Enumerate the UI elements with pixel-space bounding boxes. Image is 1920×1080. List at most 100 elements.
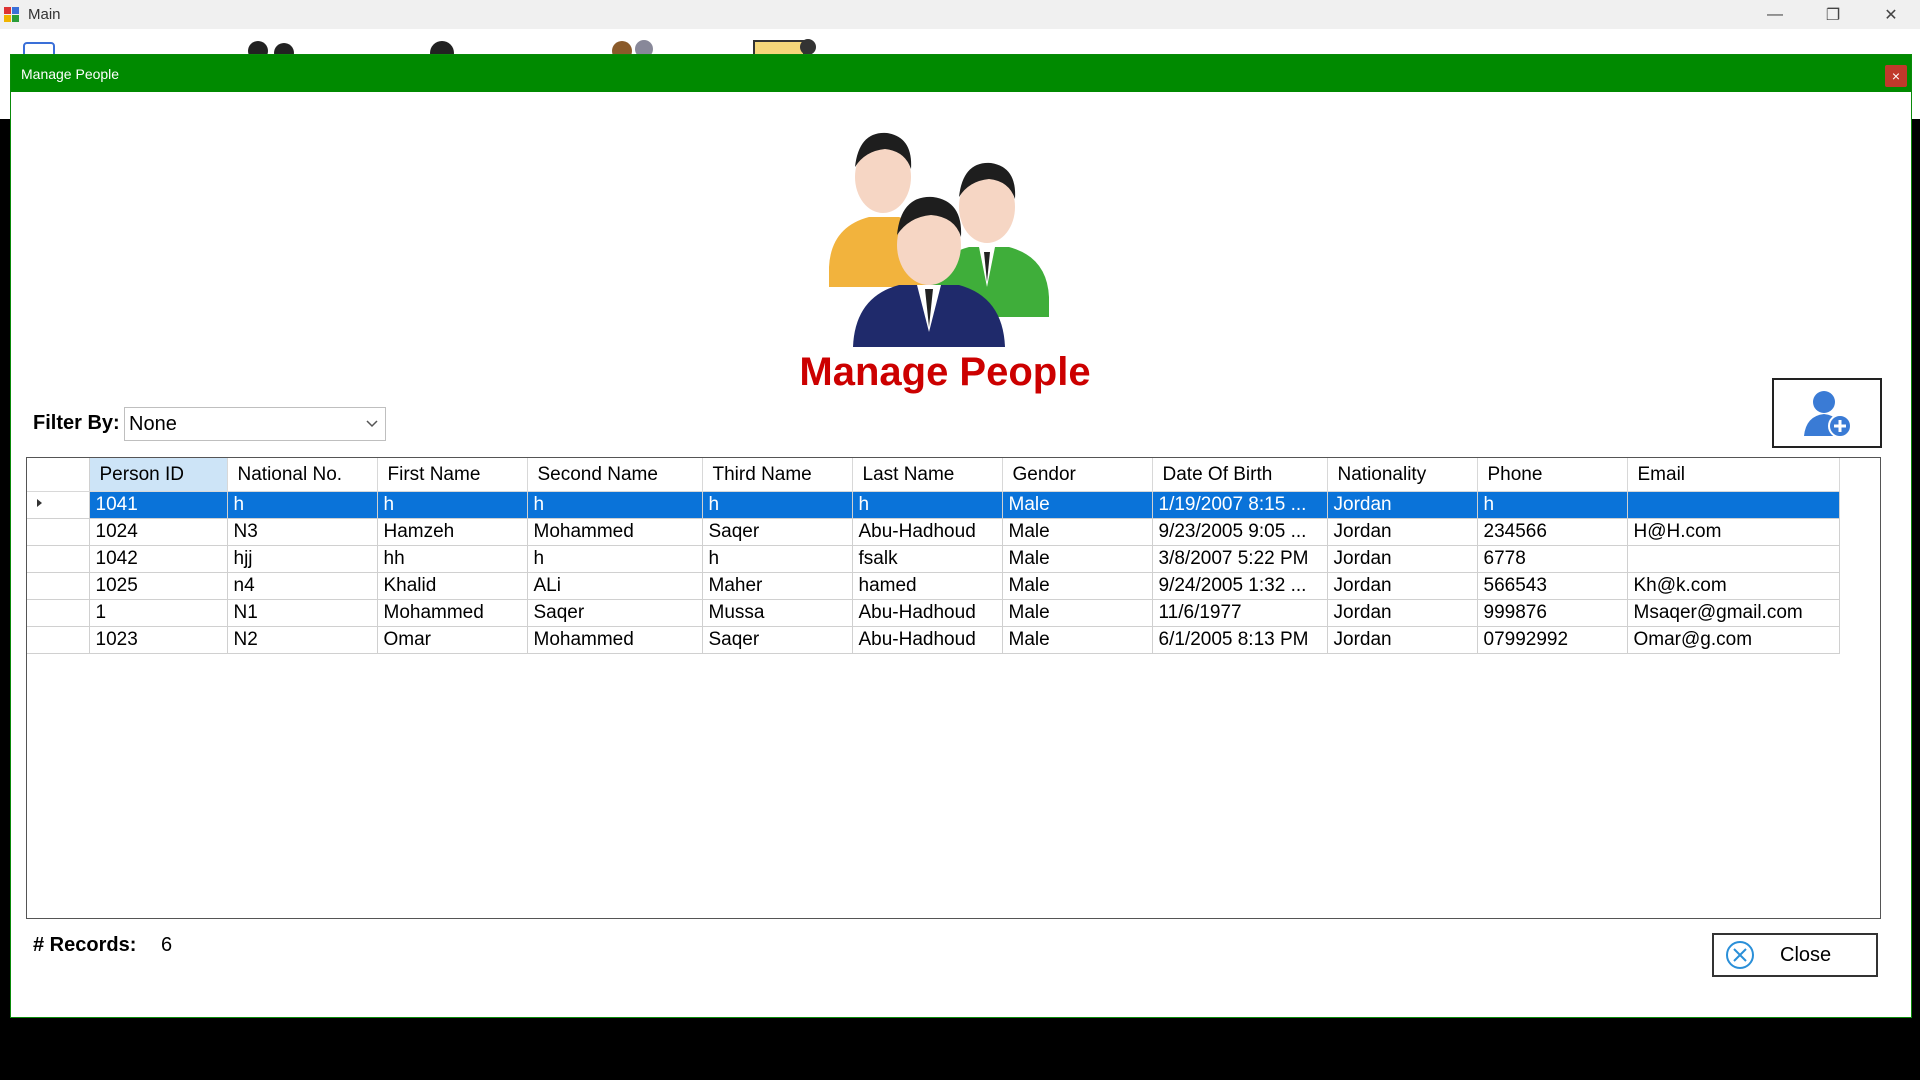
- table-cell[interactable]: 3/8/2007 5:22 PM: [1152, 545, 1328, 573]
- add-person-icon: [1804, 391, 1852, 438]
- people-table: Person ID National No. First Name Second…: [27, 458, 1840, 654]
- table-cell[interactable]: 9/24/2005 1:32 ...: [1152, 572, 1328, 600]
- table-cell[interactable]: 999876: [1477, 599, 1628, 627]
- table-cell[interactable]: h: [1477, 491, 1628, 519]
- row-header[interactable]: [27, 518, 90, 546]
- row-header[interactable]: [27, 599, 90, 627]
- row-header[interactable]: [27, 626, 90, 654]
- close-button[interactable]: Close: [1712, 933, 1878, 977]
- table-cell[interactable]: 1: [89, 599, 228, 627]
- column-header[interactable]: Email: [1627, 458, 1840, 492]
- table-cell[interactable]: Saqer: [702, 626, 853, 654]
- column-header[interactable]: First Name: [377, 458, 528, 492]
- table-cell[interactable]: hamed: [852, 572, 1003, 600]
- column-header[interactable]: Gendor: [1002, 458, 1153, 492]
- table-cell[interactable]: 6/1/2005 8:13 PM: [1152, 626, 1328, 654]
- table-cell[interactable]: h: [852, 491, 1003, 519]
- table-cell[interactable]: h: [227, 491, 378, 519]
- people-grid[interactable]: Person ID National No. First Name Second…: [26, 457, 1881, 919]
- table-cell[interactable]: Mohammed: [527, 626, 703, 654]
- column-header[interactable]: Nationality: [1327, 458, 1478, 492]
- table-cell[interactable]: Jordan: [1327, 491, 1478, 519]
- table-cell[interactable]: h: [377, 491, 528, 519]
- table-cell[interactable]: h: [527, 491, 703, 519]
- table-cell[interactable]: Khalid: [377, 572, 528, 600]
- table-row[interactable]: 1023 N2 Omar Mohammed Saqer Abu-Hadhoud …: [27, 626, 1840, 654]
- column-header[interactable]: Second Name: [527, 458, 703, 492]
- table-cell[interactable]: Saqer: [702, 518, 853, 546]
- column-header[interactable]: Last Name: [852, 458, 1003, 492]
- table-cell[interactable]: 1024: [89, 518, 228, 546]
- table-cell[interactable]: hjj: [227, 545, 378, 573]
- table-row[interactable]: 1 N1 Mohammed Saqer Mussa Abu-Hadhoud Ma…: [27, 599, 1840, 627]
- table-cell[interactable]: Abu-Hadhoud: [852, 518, 1003, 546]
- table-cell[interactable]: Jordan: [1327, 572, 1478, 600]
- maximize-button[interactable]: ❐: [1804, 0, 1862, 29]
- table-cell[interactable]: h: [527, 545, 703, 573]
- table-cell[interactable]: Saqer: [527, 599, 703, 627]
- column-header[interactable]: Person ID: [89, 458, 228, 492]
- table-cell[interactable]: Male: [1002, 626, 1153, 654]
- table-cell[interactable]: [1627, 491, 1840, 519]
- table-cell[interactable]: fsalk: [852, 545, 1003, 573]
- column-header[interactable]: National No.: [227, 458, 378, 492]
- dialog-close-button[interactable]: ×: [1885, 65, 1907, 87]
- row-header[interactable]: [27, 491, 90, 519]
- table-cell[interactable]: Jordan: [1327, 599, 1478, 627]
- table-cell[interactable]: H@H.com: [1627, 518, 1840, 546]
- table-cell[interactable]: 1042: [89, 545, 228, 573]
- table-cell[interactable]: Mohammed: [527, 518, 703, 546]
- table-row[interactable]: 1025 n4 Khalid ALi Maher hamed Male 9/24…: [27, 572, 1840, 600]
- table-cell[interactable]: Omar: [377, 626, 528, 654]
- table-row[interactable]: 1042 hjj hh h h fsalk Male 3/8/2007 5:22…: [27, 545, 1840, 573]
- table-cell[interactable]: Abu-Hadhoud: [852, 599, 1003, 627]
- table-cell[interactable]: h: [702, 491, 853, 519]
- table-cell[interactable]: Male: [1002, 518, 1153, 546]
- table-cell[interactable]: N1: [227, 599, 378, 627]
- table-cell[interactable]: h: [702, 545, 853, 573]
- table-cell[interactable]: Abu-Hadhoud: [852, 626, 1003, 654]
- table-cell[interactable]: N3: [227, 518, 378, 546]
- table-cell[interactable]: Hamzeh: [377, 518, 528, 546]
- table-cell[interactable]: 1/19/2007 8:15 ...: [1152, 491, 1328, 519]
- table-cell[interactable]: Maher: [702, 572, 853, 600]
- column-header[interactable]: Date Of Birth: [1152, 458, 1328, 492]
- filter-select[interactable]: None: [124, 407, 386, 441]
- minimize-button[interactable]: —: [1746, 0, 1804, 29]
- table-row[interactable]: 1041 h h h h h Male 1/19/2007 8:15 ... J…: [27, 491, 1840, 519]
- main-close-button[interactable]: ✕: [1862, 0, 1920, 29]
- table-cell[interactable]: Mussa: [702, 599, 853, 627]
- table-cell[interactable]: 11/6/1977: [1152, 599, 1328, 627]
- row-header[interactable]: [27, 545, 90, 573]
- manage-people-dialog: Manage People × Manage People Filter By:…: [10, 54, 1912, 1018]
- table-cell[interactable]: ALi: [527, 572, 703, 600]
- row-header[interactable]: [27, 572, 90, 600]
- table-cell[interactable]: 1025: [89, 572, 228, 600]
- table-cell[interactable]: 1023: [89, 626, 228, 654]
- table-cell[interactable]: 07992992: [1477, 626, 1628, 654]
- table-cell[interactable]: Omar@g.com: [1627, 626, 1840, 654]
- table-cell[interactable]: N2: [227, 626, 378, 654]
- table-cell[interactable]: Mohammed: [377, 599, 528, 627]
- table-cell[interactable]: hh: [377, 545, 528, 573]
- table-cell[interactable]: Jordan: [1327, 545, 1478, 573]
- table-cell[interactable]: Male: [1002, 599, 1153, 627]
- table-cell[interactable]: Jordan: [1327, 626, 1478, 654]
- table-cell[interactable]: Male: [1002, 545, 1153, 573]
- table-cell[interactable]: Msaqer@gmail.com: [1627, 599, 1840, 627]
- add-person-button[interactable]: [1772, 378, 1882, 448]
- table-cell[interactable]: Male: [1002, 491, 1153, 519]
- column-header[interactable]: Third Name: [702, 458, 853, 492]
- table-cell[interactable]: 9/23/2005 9:05 ...: [1152, 518, 1328, 546]
- table-cell[interactable]: Male: [1002, 572, 1153, 600]
- table-cell[interactable]: 6778: [1477, 545, 1628, 573]
- table-cell[interactable]: Jordan: [1327, 518, 1478, 546]
- table-row[interactable]: 1024 N3 Hamzeh Mohammed Saqer Abu-Hadhou…: [27, 518, 1840, 546]
- table-cell[interactable]: n4: [227, 572, 378, 600]
- table-cell[interactable]: [1627, 545, 1840, 573]
- table-cell[interactable]: 234566: [1477, 518, 1628, 546]
- column-header[interactable]: Phone: [1477, 458, 1628, 492]
- table-cell[interactable]: 1041: [89, 491, 228, 519]
- table-cell[interactable]: Kh@k.com: [1627, 572, 1840, 600]
- table-cell[interactable]: 566543: [1477, 572, 1628, 600]
